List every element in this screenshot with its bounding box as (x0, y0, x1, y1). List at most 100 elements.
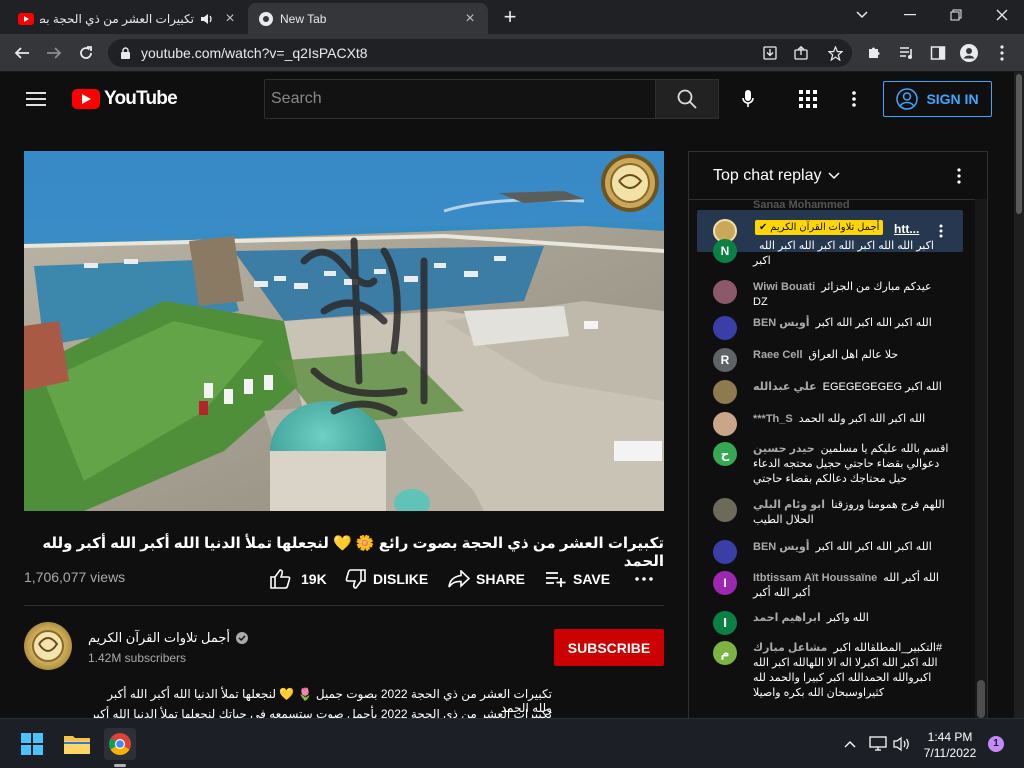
chrome-taskbar-icon[interactable] (104, 728, 136, 760)
more-actions-icon[interactable] (634, 567, 654, 591)
share-page-icon[interactable] (784, 46, 818, 60)
extensions-puzzle-icon[interactable] (860, 39, 888, 67)
tab-youtube[interactable]: تكبيرات العشر من ذي الحجة بص × (8, 3, 248, 34)
new-tab-plus-icon[interactable]: + (498, 4, 522, 29)
chat-author-name[interactable]: مشاعل مبارك (753, 642, 827, 654)
chat-message[interactable]: BEN أويس الله اكبر الله اكبر الله اكبر (689, 316, 973, 340)
chat-author-avatar[interactable]: R (713, 348, 737, 372)
notification-badge[interactable]: 1 (988, 736, 1004, 752)
share-button[interactable]: SHARE (448, 567, 525, 591)
media-control-icon[interactable] (893, 39, 921, 67)
bookmark-star-icon[interactable] (818, 45, 852, 61)
tab-search-chevron-icon[interactable] (840, 0, 884, 30)
show-hidden-icons-chevron-icon[interactable] (842, 736, 858, 752)
chat-author-avatar[interactable] (713, 412, 737, 436)
chat-author-avatar[interactable]: م (713, 641, 737, 665)
like-button[interactable]: 19K (269, 567, 327, 591)
dislike-button[interactable]: DISLIKE (345, 567, 428, 591)
settings-more-icon[interactable] (842, 85, 866, 113)
chat-author-avatar[interactable] (713, 316, 737, 340)
windows-start-icon[interactable] (16, 728, 48, 760)
chat-author-name[interactable]: Raee Cell (753, 349, 803, 361)
chat-scrollbar[interactable] (975, 199, 987, 718)
pinned-more-icon[interactable] (935, 223, 947, 239)
hamburger-menu-icon[interactable] (22, 87, 50, 111)
chat-author-name[interactable]: حيدر حسين (753, 443, 815, 455)
file-explorer-icon[interactable] (61, 728, 93, 760)
search-button[interactable] (655, 79, 719, 119)
chat-message[interactable]: Wiwi Bouati عيدكم مبارك من الجزائر DZ (689, 280, 973, 310)
chat-message[interactable]: I Itbtissam Aït Houssaïne الله أكبر الله أ… (689, 571, 973, 601)
page-scrollbar-thumb[interactable] (1016, 74, 1022, 214)
chat-message[interactable]: ا ابراهيم احمد الله واكبر (689, 611, 973, 635)
search-input[interactable]: Search (264, 79, 656, 119)
active-app-indicator (114, 764, 126, 767)
chat-author-name[interactable]: ***Th_S (753, 413, 793, 425)
chat-author-name[interactable]: Itbtissam Aït Houssaïne (753, 572, 877, 584)
chat-author-name[interactable]: BEN أويس (753, 541, 810, 553)
chat-author-avatar[interactable]: I (713, 571, 737, 595)
install-app-icon[interactable] (756, 46, 784, 60)
chat-message-body: Raee Cell حلا عالم اهل العراق (753, 348, 949, 372)
chat-author-avatar[interactable] (713, 498, 737, 522)
chat-author-name[interactable]: ابو وئام البلي (753, 499, 825, 511)
channel-name[interactable]: أجمل تلاوات القرآن الكريم (88, 630, 230, 646)
video-player[interactable] (24, 151, 664, 511)
chat-scrollbar-thumb[interactable] (977, 680, 985, 718)
minimize-icon[interactable] (888, 0, 932, 30)
chat-more-icon[interactable] (951, 168, 967, 184)
volume-icon[interactable] (892, 734, 912, 754)
lock-icon[interactable] (120, 46, 131, 60)
sign-in-button[interactable]: SIGN IN (883, 81, 992, 117)
thumbs-down-icon (345, 569, 367, 589)
pinned-link[interactable]: htt... (894, 222, 919, 236)
profile-icon[interactable] (955, 39, 983, 67)
audio-playing-icon[interactable] (200, 12, 214, 26)
chat-message[interactable]: R Raee Cell حلا عالم اهل العراق (689, 348, 973, 372)
chat-mode-selector[interactable]: Top chat replay (713, 167, 822, 185)
browser-toolbar: youtube.com/watch?v=_q2IsPACXt8 (0, 34, 1024, 72)
youtube-logo[interactable]: YouTube (72, 88, 178, 110)
side-panel-icon[interactable] (924, 39, 952, 67)
close-window-icon[interactable] (980, 0, 1024, 30)
chat-author-name[interactable]: ابراهيم احمد (753, 612, 821, 624)
dislike-label: DISLIKE (373, 571, 429, 587)
back-arrow-icon[interactable] (8, 39, 36, 67)
chat-author-avatar[interactable]: ا (713, 611, 737, 635)
system-clock[interactable]: 1:44 PM 7/11/2022 (918, 729, 982, 761)
chat-message[interactable]: BEN أويس الله اكبر الله اكبر الله اكبر (689, 540, 973, 564)
forward-arrow-icon[interactable] (40, 39, 68, 67)
chat-author-avatar[interactable]: N (713, 239, 737, 263)
chat-message[interactable]: ابو وئام البلي اللهم فرج همومنا وروزقنا ا… (689, 498, 973, 528)
chat-message-body: Wiwi Bouati عيدكم مبارك من الجزائر DZ (753, 280, 949, 310)
chat-author-avatar[interactable]: ح (713, 442, 737, 466)
chrome-menu-icon[interactable] (988, 39, 1016, 67)
tab-new-tab[interactable]: New Tab × (248, 3, 488, 34)
chat-author-avatar[interactable] (713, 540, 737, 564)
channel-name-row[interactable]: أجمل تلاوات القرآن الكريم (88, 630, 249, 646)
chat-author-name[interactable]: علي عبدالله (753, 381, 817, 393)
apps-grid-icon[interactable] (794, 85, 822, 113)
add-to-playlist-icon (545, 570, 567, 588)
subscribe-button[interactable]: SUBSCRIBE (554, 629, 664, 666)
chat-author-avatar[interactable] (713, 280, 737, 304)
tab-close-icon[interactable]: × (222, 10, 238, 27)
chat-author-avatar[interactable] (713, 380, 737, 404)
display-icon[interactable] (868, 734, 888, 754)
tab-close-icon[interactable]: × (462, 10, 478, 27)
chat-author-name[interactable]: Wiwi Bouati (753, 281, 815, 293)
chat-message[interactable]: علي عبدالله EGEGEGEGEG الله اكبر (689, 380, 973, 404)
chat-message[interactable]: ح حيدر حسين اقسم بالله عليكم يا مسلمين دعو… (689, 442, 973, 487)
chat-message[interactable]: م مشاعل مبارك #التكبير_المطلقالله اكبر الل… (689, 641, 973, 701)
chat-author-name[interactable]: BEN أويس (753, 317, 810, 329)
channel-avatar[interactable] (24, 622, 72, 670)
save-button[interactable]: SAVE (545, 567, 610, 591)
chat-message[interactable]: ***Th_S الله اكبر الله اكبر ولله الحمد (689, 412, 973, 436)
restore-icon[interactable] (934, 0, 978, 30)
chevron-down-icon[interactable] (827, 171, 840, 180)
chat-message[interactable]: N اكبر الله الله اكبر الله اكبر الله اكبر… (689, 239, 973, 269)
address-bar[interactable]: youtube.com/watch?v=_q2IsPACXt8 (108, 39, 852, 67)
reload-icon[interactable] (72, 39, 100, 67)
chat-message-body: علي عبدالله EGEGEGEGEG الله اكبر (753, 380, 949, 404)
microphone-icon[interactable] (734, 85, 762, 113)
